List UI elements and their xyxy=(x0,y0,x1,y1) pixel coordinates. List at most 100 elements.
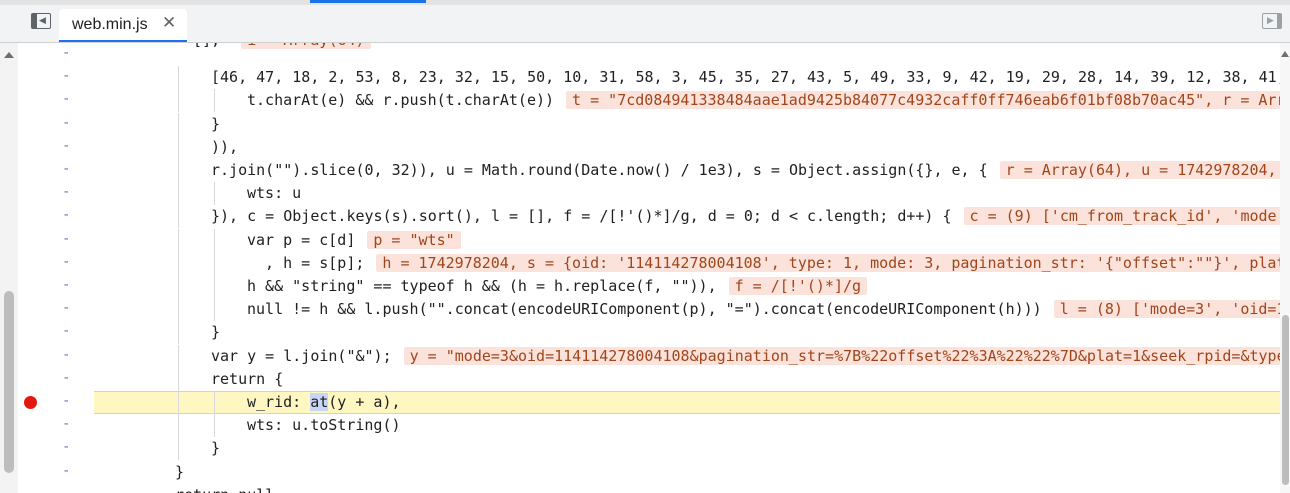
code-line[interactable]: -} xyxy=(18,112,1280,136)
code-line[interactable]: - var y = l.join("&"); y = "mode=3&oid=114… xyxy=(18,344,1280,368)
indent-guide xyxy=(214,251,215,275)
code-text: null != h && l.push("".concat(encodeURIC… xyxy=(247,300,1280,319)
code-line[interactable]: -} xyxy=(18,321,1280,345)
tab-bar: ◀ web.min.js ✕ ▶ xyxy=(0,5,1290,43)
line-number-marker[interactable]: - xyxy=(62,439,70,455)
line-number-marker[interactable]: - xyxy=(62,370,70,386)
inline-value-preview[interactable]: l = (8) ['mode=3', 'oid=114114 xyxy=(1053,300,1280,319)
inline-value-preview[interactable]: r = Array(64), u = 1742978204, s = { xyxy=(999,161,1280,179)
line-number-marker[interactable]: - xyxy=(62,463,70,479)
code-text: = [], i = Array(64) xyxy=(175,43,371,49)
code-text: t.charAt(e) && r.push(t.charAt(e)) t = "7… xyxy=(247,91,1280,110)
code-line[interactable]: -)), xyxy=(18,135,1280,159)
toggle-navigator-icon[interactable]: ◀ xyxy=(31,13,51,29)
toggle-debugger-icon[interactable]: ▶ xyxy=(1262,13,1282,29)
indent-guide xyxy=(178,89,179,113)
inline-value-preview[interactable]: t = "7cd084941338484aae1ad9425b84077c493… xyxy=(566,91,1280,110)
code-token: , h = s[p]; xyxy=(247,253,365,272)
code-token: } xyxy=(175,462,185,481)
scroll-thumb[interactable] xyxy=(1282,315,1289,485)
code-line[interactable]: - t.charAt(e) && r.push(t.charAt(e)) t = "… xyxy=(18,89,1280,113)
scroll-thumb[interactable] xyxy=(4,291,14,473)
indent-guide xyxy=(178,275,179,298)
code-token: wts: u xyxy=(247,184,302,203)
code-text: } xyxy=(175,463,184,481)
right-scrollbar[interactable] xyxy=(1280,43,1290,493)
code-text: [46, 47, 18, 2, 53, 8, 23, 32, 15, 50, 1… xyxy=(211,68,1280,86)
line-number-marker[interactable]: - xyxy=(62,416,70,432)
code-text: h && "string" == typeof h && (h = h.repl… xyxy=(247,277,868,295)
code-token: } xyxy=(211,439,221,458)
code-line[interactable]: - , h = s[p]; h = 1742978204, s = {oid: '… xyxy=(18,251,1280,275)
code-text: r.join("").slice(0, 32)), u = Math.round… xyxy=(211,161,1280,179)
code-line[interactable]: - }), c = Object.keys(s).sort(), l = [], … xyxy=(18,205,1280,229)
indent-guide xyxy=(178,298,179,322)
code-line[interactable]: - h && "string" == typeof h && (h = h.rep… xyxy=(18,275,1280,298)
line-number-marker[interactable]: - xyxy=(62,207,70,223)
code-line[interactable]: -} xyxy=(18,437,1280,461)
code-line[interactable]: - wts: u.toString() xyxy=(18,414,1280,438)
line-number-marker[interactable]: - xyxy=(62,254,70,270)
inline-value-preview[interactable]: i = Array(64) xyxy=(241,43,371,49)
indent-guide xyxy=(178,112,179,136)
code-token: return null xyxy=(175,486,274,493)
code-token: h && "string" == typeof h && (h = h.repl… xyxy=(247,277,717,295)
active-indicator xyxy=(310,0,426,3)
inline-value-preview[interactable]: p = "wts" xyxy=(367,230,461,249)
line-number-marker[interactable]: - xyxy=(62,347,70,363)
line-number-marker[interactable]: - xyxy=(62,115,70,131)
inline-value-preview[interactable]: c = (9) ['cm_from_track_id', 'mode', 'oi… xyxy=(963,207,1280,226)
code-token: t.charAt(e) && r.push(t.charAt(e)) xyxy=(247,91,555,110)
code-line[interactable]: - null != h && l.push("".concat(encodeURI… xyxy=(18,298,1280,322)
code-token: )), xyxy=(211,137,239,156)
line-number-marker[interactable]: - xyxy=(62,161,70,177)
code-token: null != h && l.push("".concat(encodeURIC… xyxy=(247,300,1042,319)
code-line[interactable]: - r.join("").slice(0, 32)), u = Math.roun… xyxy=(18,159,1280,182)
code-editor[interactable]: - = [], i = Array(64) - [46, 47, 18, 2, 53,… xyxy=(18,43,1280,493)
code-token: wts: u.toString() xyxy=(247,416,401,435)
indent-guide xyxy=(178,159,179,182)
code-token: = [], xyxy=(175,43,229,49)
code-text: wts: u.toString() xyxy=(247,416,401,434)
scroll-up-icon[interactable] xyxy=(1281,51,1289,57)
line-number-marker[interactable]: - xyxy=(62,68,70,84)
scroll-up-icon[interactable] xyxy=(4,52,14,58)
code-line[interactable]: - [46, 47, 18, 2, 53, 8, 23, 32, 15, 50, … xyxy=(18,66,1280,90)
indent-guide xyxy=(178,437,179,461)
line-number-marker[interactable]: - xyxy=(62,323,70,339)
line-number-marker[interactable]: - xyxy=(62,138,70,154)
line-number-marker[interactable]: - xyxy=(62,231,70,247)
line-number-marker[interactable]: - xyxy=(62,91,70,107)
code-line[interactable]: - wts: u xyxy=(18,182,1280,206)
code-line[interactable]: - = [], i = Array(64) xyxy=(18,43,1280,66)
code-line[interactable]: - return { xyxy=(18,367,1280,391)
code-token: var p = c[d] xyxy=(247,230,356,249)
code-line[interactable]: -} xyxy=(18,461,1280,484)
indent-guide xyxy=(214,391,215,414)
inline-value-preview[interactable]: h = 1742978204, s = {oid: '1141142780041… xyxy=(376,253,1280,272)
left-scrollbar[interactable] xyxy=(0,43,18,493)
line-number-marker[interactable]: - xyxy=(62,300,70,316)
paused-code-line[interactable]: - w_rid: at(y + a), xyxy=(18,391,1280,414)
line-number-marker[interactable]: - xyxy=(62,393,70,409)
indent-guide xyxy=(214,298,215,322)
line-number-marker[interactable]: - xyxy=(62,486,70,493)
code-token: }), c = Object.keys(s).sort(), l = [], f… xyxy=(211,207,952,226)
tab-web-min-js[interactable]: web.min.js ✕ xyxy=(59,9,187,42)
code-line[interactable]: - var p = c[d] p = "wts" xyxy=(18,228,1280,252)
line-number-marker[interactable]: - xyxy=(62,45,70,61)
indent-guide xyxy=(178,414,179,438)
code-line[interactable]: - return null xyxy=(18,484,1280,493)
close-icon[interactable]: ✕ xyxy=(162,13,176,33)
indent-guide xyxy=(214,275,215,298)
indent-guide xyxy=(178,344,179,368)
line-number-marker[interactable]: - xyxy=(62,277,70,293)
line-number-marker[interactable]: - xyxy=(62,184,70,200)
code-token: (y + a), xyxy=(328,393,401,411)
inline-value-preview[interactable]: f = /[!'()*]/g xyxy=(728,277,868,295)
breakpoint-icon[interactable] xyxy=(24,396,37,409)
inline-value-preview[interactable]: y = "mode=3&oid=114114278004108&paginati… xyxy=(403,346,1280,365)
indent-guide xyxy=(214,182,215,206)
indent-guide xyxy=(178,251,179,275)
code-text: } xyxy=(211,115,220,133)
